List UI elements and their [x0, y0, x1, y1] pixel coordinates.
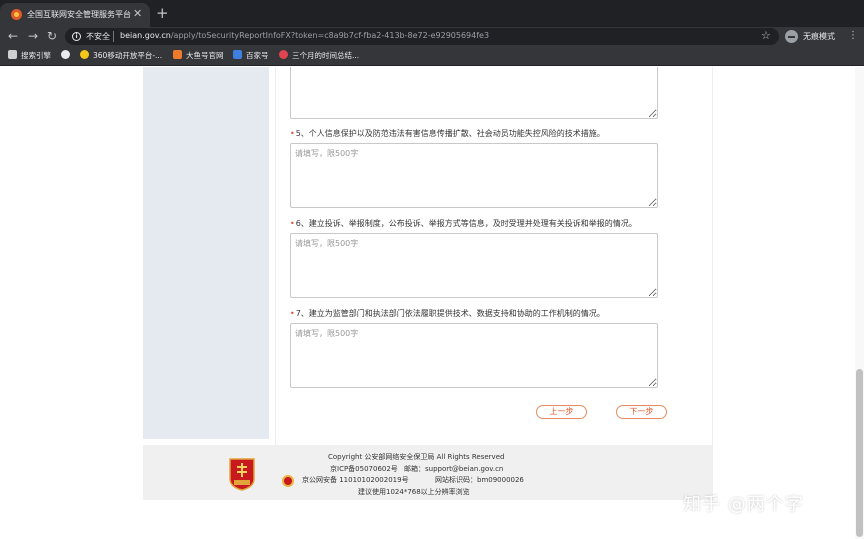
- police-emblem-icon: [229, 458, 255, 491]
- footer-police-record-link[interactable]: 京公网安备 11010102002019号: [302, 476, 409, 485]
- page-scrollbar[interactable]: [855, 67, 864, 539]
- bookmark-label: 百家号: [246, 51, 269, 60]
- question-5-text: 5、个人信息保护以及防范违法有害信息传播扩散、社会动员功能失控风险的技术措施。: [295, 129, 605, 138]
- bookmark-baijia[interactable]: 百家号: [233, 50, 269, 62]
- next-step-button[interactable]: 下一步: [616, 405, 667, 419]
- 360-icon: [80, 50, 89, 59]
- footer-icp-link[interactable]: 京ICP备05070602号: [330, 465, 398, 474]
- incognito-label: 无痕模式: [803, 32, 835, 41]
- zhihu-watermark: 知乎 @两个字: [683, 494, 804, 515]
- question-5-textarea[interactable]: [290, 143, 658, 208]
- url-path: /apply/toSecurityReportInfoFX?token=c8a9…: [170, 31, 490, 40]
- question-5-label: •5、个人信息保护以及防范违法有害信息传播扩散、社会动员功能失控风险的技术措施。: [290, 128, 605, 140]
- address-bar[interactable]: i 不安全 beian.gov.cn/apply/toSecurityRepor…: [65, 28, 779, 45]
- left-sidebar-panel: [143, 67, 269, 439]
- bookmark-summary[interactable]: 三个月的时间总结...: [279, 50, 359, 62]
- close-tab-icon[interactable]: ✕: [133, 6, 142, 22]
- site-favicon-icon: [11, 9, 22, 20]
- bookmark-label: 三个月的时间总结...: [292, 51, 360, 60]
- footer-site-id: 网站标识码：bm09000026: [435, 476, 524, 484]
- new-tab-icon[interactable]: +: [156, 5, 169, 21]
- bookmark-label: 360移动开放平台-...: [93, 51, 163, 60]
- question-7-text: 7、建立为监管部门和执法部门依法履职提供技术、数据支持和协助的工作机制的情况。: [295, 309, 605, 318]
- scrollbar-thumb[interactable]: [856, 369, 863, 537]
- police-badge-icon: [282, 475, 294, 487]
- question-6-label: •6、建立投诉、举报制度，公布投诉、举报方式等信息，及时受理并处理有关投诉和举报…: [290, 218, 637, 230]
- page-viewport: •5、个人信息保护以及防范违法有害信息传播扩散、社会动员功能失控风险的技术措施。…: [0, 67, 864, 539]
- page-footer: Copyright 公安部网络安全保卫局 All Rights Reserved…: [143, 445, 713, 500]
- baijia-icon: [233, 50, 242, 59]
- required-marker: •: [290, 219, 295, 228]
- question-7-textarea[interactable]: [290, 323, 658, 388]
- question-6-textarea[interactable]: [290, 233, 658, 298]
- bookmark-360[interactable]: 360移动开放平台-...: [80, 50, 162, 62]
- bookmark-dayu[interactable]: 大鱼号官网: [173, 50, 224, 62]
- browser-menu-icon[interactable]: ⋮: [848, 29, 858, 43]
- url-text[interactable]: beian.gov.cn/apply/toSecurityReportInfoF…: [120, 31, 489, 40]
- forward-arrow-icon[interactable]: →: [28, 29, 38, 44]
- bookmark-globe[interactable]: [61, 50, 74, 62]
- browser-tab[interactable]: 全国互联网安全管理服务平台 ✕: [0, 3, 150, 27]
- bookmark-star-icon[interactable]: ☆: [761, 29, 771, 42]
- globe-icon: [61, 50, 70, 59]
- question-6-text: 6、建立投诉、举报制度，公布投诉、举报方式等信息，及时受理并处理有关投诉和举报的…: [295, 219, 637, 228]
- bookmarks-bar: 搜索引擎 360移动开放平台-... 大鱼号官网 百家号 三个月的时间总结...: [0, 46, 864, 66]
- info-icon[interactable]: i: [72, 32, 81, 41]
- bookmark-search-engines[interactable]: 搜索引擎: [8, 50, 51, 62]
- required-marker: •: [290, 309, 295, 318]
- question-7-label: •7、建立为监管部门和执法部门依法履职提供技术、数据支持和协助的工作机制的情况。: [290, 308, 605, 320]
- footer-email: 邮箱：support@beian.gov.cn: [404, 465, 504, 473]
- incognito-icon: [785, 30, 798, 43]
- dayu-icon: [173, 50, 182, 59]
- back-arrow-icon[interactable]: ←: [8, 29, 18, 44]
- reload-icon[interactable]: ↻: [47, 29, 57, 44]
- heart-icon: [279, 50, 288, 59]
- question-4-textarea[interactable]: [290, 67, 658, 119]
- bookmark-label: 搜索引擎: [21, 51, 51, 60]
- folder-icon: [8, 50, 17, 59]
- incognito-indicator[interactable]: 无痕模式: [785, 29, 841, 44]
- browser-toolbar: ← → ↻ i 不安全 beian.gov.cn/apply/toSecurit…: [0, 27, 864, 46]
- required-marker: •: [290, 129, 295, 138]
- footer-copyright: Copyright 公安部网络安全保卫局 All Rights Reserved: [328, 453, 505, 461]
- footer-resolution-note: 建议使用1024*768以上分辨率浏览: [358, 488, 470, 496]
- address-separator: [113, 31, 114, 42]
- prev-step-button[interactable]: 上一步: [536, 405, 587, 419]
- tab-title: 全国互联网安全管理服务平台: [27, 10, 131, 19]
- url-host: beian.gov.cn: [120, 31, 171, 40]
- browser-tab-bar: 全国互联网安全管理服务平台 ✕ +: [0, 0, 864, 27]
- security-label[interactable]: 不安全: [86, 31, 110, 42]
- bookmark-label: 大鱼号官网: [186, 51, 224, 60]
